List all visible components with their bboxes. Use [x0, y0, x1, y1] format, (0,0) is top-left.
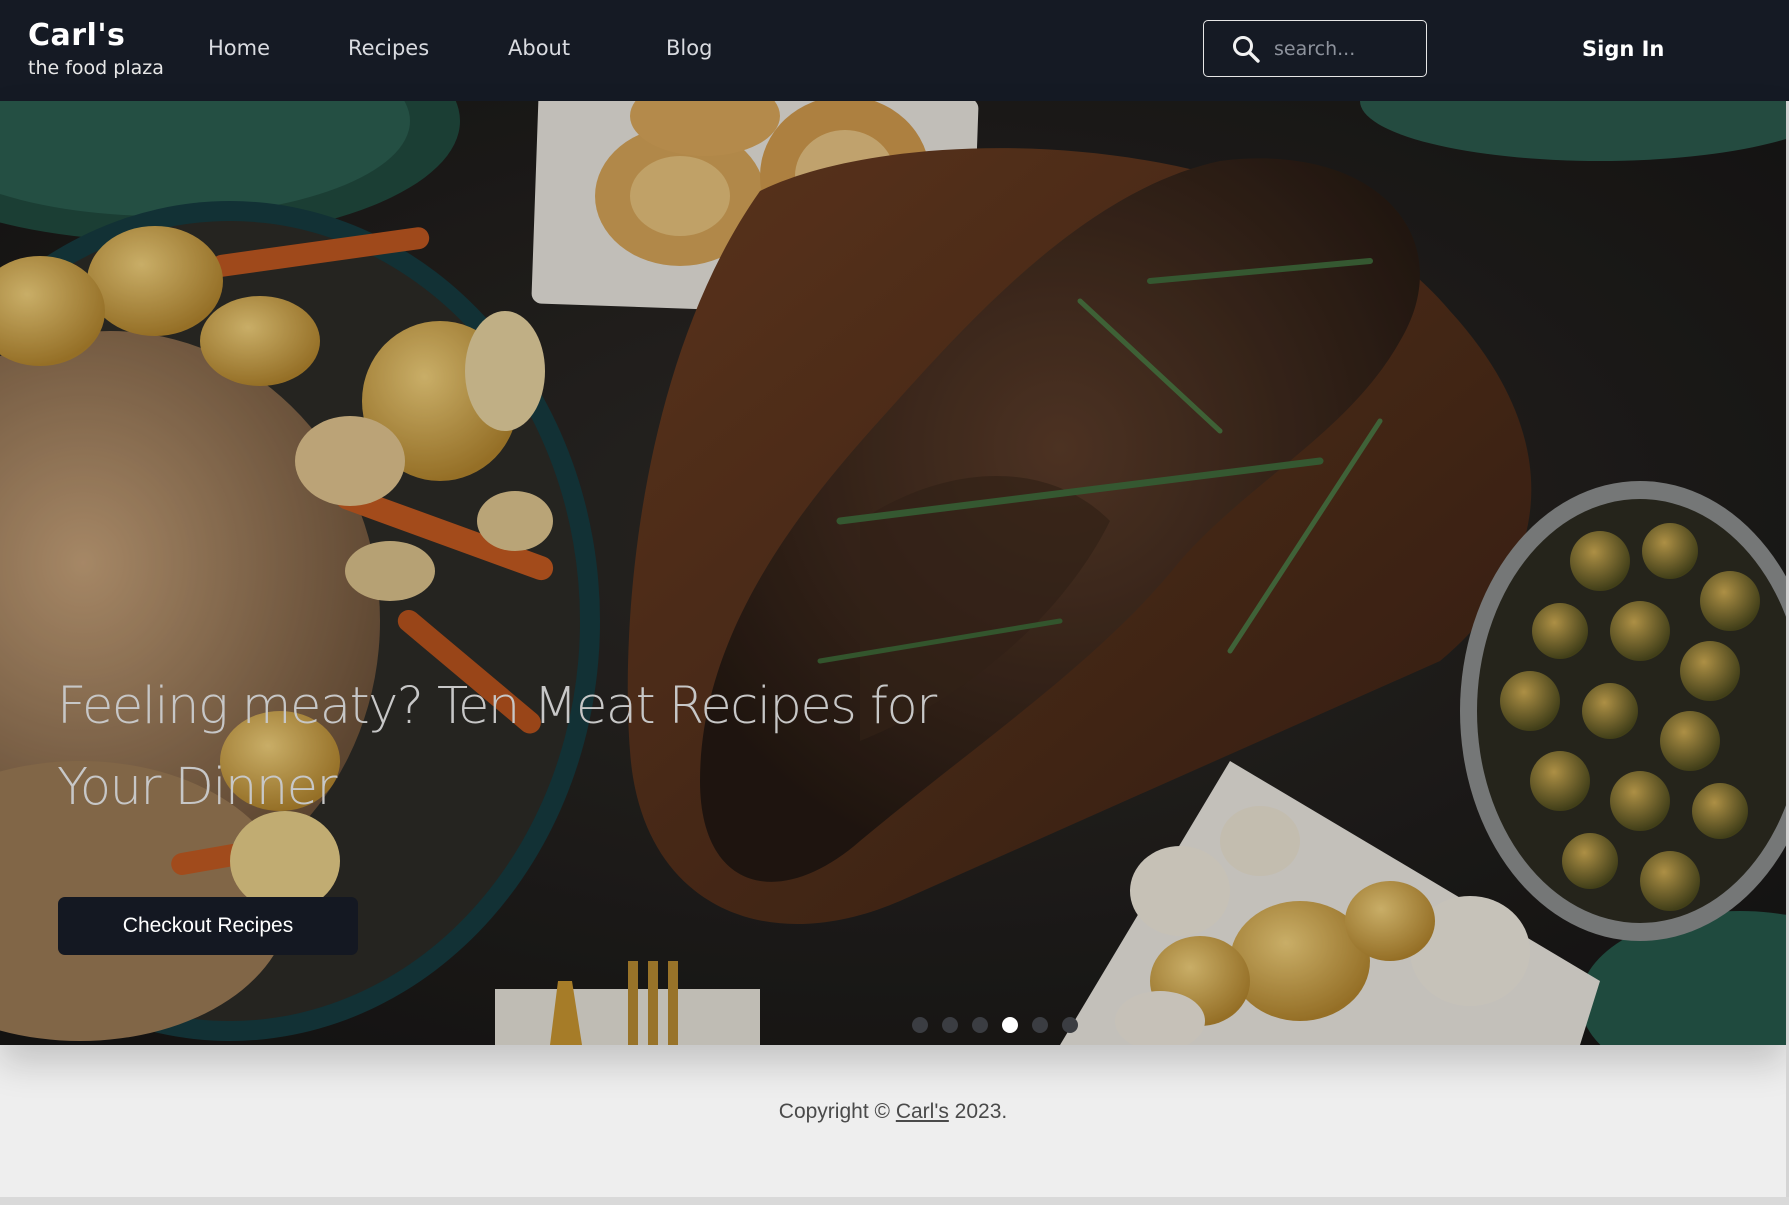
footer: Copyright © Carl's 2023. [0, 1100, 1786, 1124]
brand-logo[interactable]: Carl's the food plaza [28, 18, 164, 82]
hero-title: Feeling meaty? Ten Meat Recipes for Your… [57, 677, 937, 817]
nav-about[interactable]: About [508, 34, 570, 62]
brand-name: Carl's [28, 18, 126, 53]
search-box[interactable] [1203, 20, 1427, 77]
carousel-indicators [912, 1017, 1078, 1033]
carousel-dot-3[interactable] [972, 1017, 988, 1033]
carousel-dot-1[interactable] [912, 1017, 928, 1033]
page: Carl's the food plaza Home Recipes About… [0, 0, 1789, 1205]
footer-brand-link[interactable]: Carl's [896, 1100, 949, 1123]
horizontal-scrollbar[interactable] [0, 1197, 1789, 1205]
search-input[interactable] [1272, 36, 1412, 61]
nav-blog[interactable]: Blog [666, 34, 712, 62]
navbar: Carl's the food plaza Home Recipes About… [0, 0, 1789, 101]
signin-button[interactable]: Sign In [1582, 37, 1664, 61]
checkout-recipes-button[interactable]: Checkout Recipes [58, 897, 358, 955]
copyright-suffix: 2023. [948, 1100, 1008, 1123]
carousel-dot-4[interactable] [1002, 1017, 1018, 1033]
carousel-dot-6[interactable] [1062, 1017, 1078, 1033]
search-icon[interactable] [1230, 33, 1262, 65]
carousel-dot-2[interactable] [942, 1017, 958, 1033]
nav-home[interactable]: Home [208, 34, 270, 62]
nav-recipes[interactable]: Recipes [348, 34, 429, 62]
copyright-prefix: Copyright © [778, 1100, 896, 1123]
carousel-dot-5[interactable] [1032, 1017, 1048, 1033]
hero-carousel: Feeling meaty? Ten Meat Recipes for Your… [0, 101, 1786, 1045]
brand-tagline: the food plaza [28, 57, 164, 79]
